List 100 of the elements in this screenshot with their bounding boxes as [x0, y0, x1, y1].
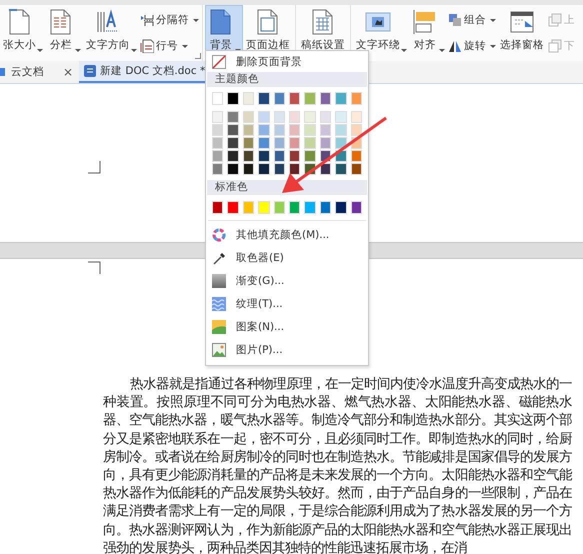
rotate-icon: [448, 39, 462, 53]
color-swatch[interactable]: [320, 201, 332, 214]
color-swatch[interactable]: [289, 150, 300, 162]
color-swatch[interactable]: [289, 201, 300, 214]
color-swatch[interactable]: [227, 137, 239, 149]
color-swatch[interactable]: [289, 92, 300, 105]
color-swatch[interactable]: [242, 150, 254, 162]
color-swatch[interactable]: [320, 111, 332, 123]
color-swatch[interactable]: [304, 150, 316, 162]
color-swatch[interactable]: [242, 163, 254, 175]
color-swatch[interactable]: [274, 124, 286, 136]
color-swatch[interactable]: [320, 124, 332, 136]
ribbon-button[interactable]: 旋转: [447, 38, 497, 54]
color-swatch[interactable]: [350, 163, 362, 175]
color-swatch[interactable]: [258, 201, 270, 214]
body-paragraph: 热水器就是指通过各种物理原理，在一定时间内使冷水温度升高变成热水的一种装置。按照原理不同可分为电热水器、燃气热水器、太阳能热水器、磁能热水器、空气能热水器，暖气热水器等。制造冷气部分和制造热水部分。其实这两个部分又是紧密地联系在一起，密不可分，且必须同时工作。即制造热水的同时，给厨房制冷。或者说在给厨房制冷的同时也在制造热水。节能减排是国家倡导的发展方向，具有更少能源消耗量的产品将是未来发展的一个方向。太阳能热水器和空气能热水器作为低能耗的产品发展势头较好。然而，由于产品自身的一些限制，产品在满足消费者需求上有一定的局限，于是综合能源利用成为了热水器发展的另一个方向。热水器测评网认为，作为新能源产品的太阳能热水器和空气能热水器正展现出强劲的发展势头，两种品类因其独特的性能迅速拓展市场，在消: [103, 376, 572, 554]
ribbon-button[interactable]: 张大小: [0, 5, 45, 61]
color-swatch[interactable]: [274, 111, 286, 123]
color-swatch[interactable]: [242, 137, 254, 149]
group-icon: [448, 13, 462, 27]
color-swatch[interactable]: [212, 92, 224, 105]
menu-item[interactable]: 图案(N)...: [206, 315, 368, 338]
no-fill-icon: [212, 54, 226, 68]
color-swatch[interactable]: [335, 92, 347, 105]
page-icon: [6, 9, 32, 35]
color-swatch[interactable]: [350, 150, 362, 162]
color-swatch[interactable]: [242, 201, 254, 214]
color-swatch[interactable]: [258, 137, 270, 149]
color-swatch[interactable]: [335, 124, 347, 136]
color-swatch[interactable]: [320, 137, 332, 149]
color-swatch[interactable]: [320, 92, 332, 105]
color-swatch[interactable]: [335, 137, 347, 149]
color-swatch[interactable]: [242, 124, 254, 136]
ribbon-button[interactable]: 分栏: [45, 5, 83, 61]
color-swatch[interactable]: [242, 111, 254, 123]
color-swatch[interactable]: [274, 92, 286, 105]
color-swatch[interactable]: [350, 92, 362, 105]
color-swatch[interactable]: [258, 92, 270, 105]
tab-label: 新建 DOC 文档.doc *: [100, 64, 206, 78]
color-swatch[interactable]: [289, 137, 300, 149]
menu-item[interactable]: 纹理(T)...: [206, 292, 368, 315]
ribbon-button[interactable]: 选择窗格: [497, 5, 547, 61]
menu-item[interactable]: 取色器(E): [206, 246, 368, 269]
color-swatch[interactable]: [320, 163, 332, 175]
bring-forward-icon: [548, 13, 562, 27]
color-swatch[interactable]: [335, 163, 347, 175]
color-swatch[interactable]: [258, 163, 270, 175]
color-swatch[interactable]: [212, 163, 224, 175]
ribbon-button[interactable]: 分隔符: [139, 12, 200, 28]
color-swatch[interactable]: [289, 163, 300, 175]
color-swatch[interactable]: [304, 137, 316, 149]
color-swatch[interactable]: [212, 124, 224, 136]
ribbon-button[interactable]: 文字方向: [83, 5, 139, 61]
color-swatch[interactable]: [212, 201, 224, 214]
crop-mark-icon: [88, 261, 101, 274]
color-swatch[interactable]: [335, 111, 347, 123]
color-swatch[interactable]: [227, 150, 239, 162]
close-button[interactable]: ×: [63, 65, 74, 79]
menu-item[interactable]: 渐变(G)...: [206, 269, 368, 292]
color-swatch[interactable]: [212, 137, 224, 149]
color-swatch[interactable]: [274, 163, 286, 175]
color-swatch[interactable]: [227, 124, 239, 136]
menu-item[interactable]: 其他填充颜色(M)...: [206, 223, 368, 246]
section-header: 主题颜色: [207, 72, 367, 87]
ribbon-button[interactable]: 行号: [139, 38, 200, 54]
color-swatch[interactable]: [289, 111, 300, 123]
color-swatch[interactable]: [258, 150, 270, 162]
menu-item[interactable]: 图片(P)...: [206, 338, 368, 361]
color-swatch[interactable]: [258, 124, 270, 136]
color-swatch[interactable]: [274, 150, 286, 162]
color-swatch[interactable]: [350, 201, 362, 214]
gradient-icon: [212, 274, 226, 288]
color-swatch[interactable]: [350, 111, 362, 123]
color-swatch[interactable]: [258, 111, 270, 123]
section-header: 标准色: [207, 180, 367, 195]
color-swatch[interactable]: [304, 92, 316, 105]
color-swatch[interactable]: [274, 201, 286, 214]
color-swatch[interactable]: [304, 201, 316, 214]
color-swatch[interactable]: [227, 92, 239, 105]
color-swatch[interactable]: [304, 124, 316, 136]
color-swatch[interactable]: [350, 124, 362, 136]
ribbon-button[interactable]: 对齐: [409, 5, 447, 61]
crop-mark-icon: [88, 161, 101, 174]
color-swatch[interactable]: [212, 111, 224, 123]
line-numbers-icon: [140, 39, 154, 53]
color-swatch[interactable]: [289, 124, 300, 136]
dialog-launcher-icon[interactable]: [195, 53, 201, 59]
ribbon-button[interactable]: 组合: [447, 12, 497, 28]
color-swatch[interactable]: [242, 92, 254, 105]
cloud-icon: [0, 66, 8, 78]
color-swatch[interactable]: [227, 111, 239, 123]
align-icon: [412, 9, 438, 35]
color-swatch[interactable]: [212, 150, 224, 162]
color-swatch[interactable]: [335, 201, 347, 214]
color-swatch[interactable]: [227, 201, 239, 214]
color-swatch[interactable]: [304, 111, 316, 123]
color-swatch[interactable]: [227, 163, 239, 175]
color-swatch[interactable]: [274, 137, 286, 149]
pattern-icon: [212, 320, 226, 334]
document-tab[interactable]: 云文档 ×: [0, 61, 78, 83]
